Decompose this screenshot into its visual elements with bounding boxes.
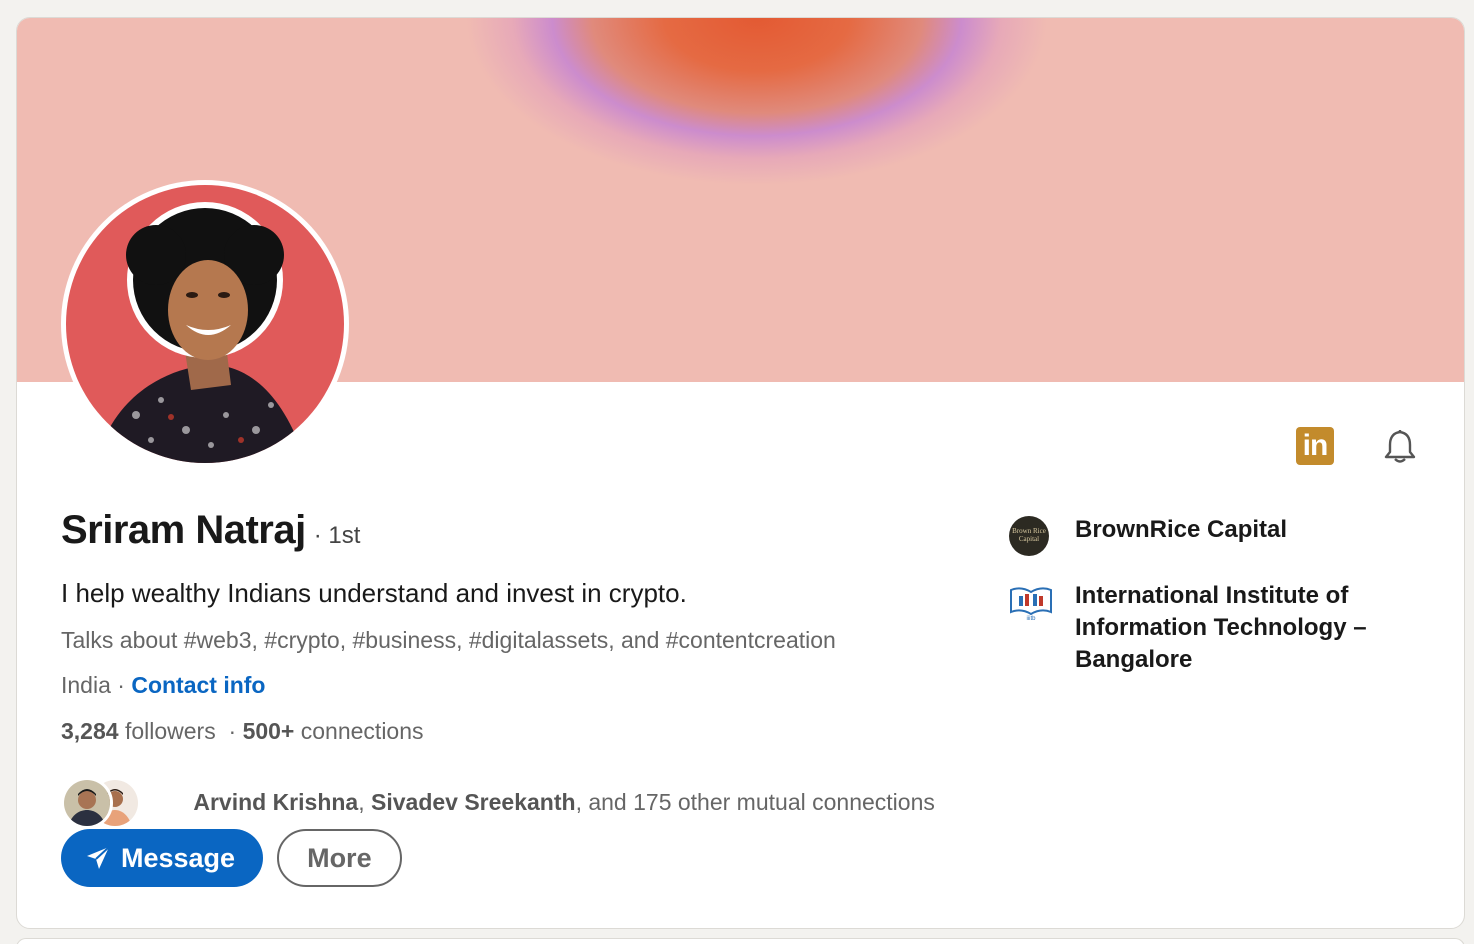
org-iiitb[interactable]: iiitb International Institute of Informa… [1009, 580, 1429, 676]
brownrice-logo-text: Brown Rice Capital [1012, 527, 1046, 543]
followers-count: 3,284 [61, 718, 119, 744]
brownrice-logo: Brown Rice Capital [1009, 516, 1049, 556]
profile-card: in Sriram Natraj · 1st I help wealthy In… [16, 17, 1465, 929]
action-buttons: Message More [61, 829, 402, 887]
svg-text:iiitb: iiitb [1026, 616, 1036, 622]
mutual-avatar-1 [61, 776, 113, 829]
stats-separator: · [215, 718, 243, 744]
name-row: Sriram Natraj · 1st [61, 508, 360, 553]
profile-name: Sriram Natraj [61, 508, 306, 552]
connections[interactable]: 500+ connections [243, 718, 424, 744]
mutual-name-1[interactable]: Arvind Krishna [193, 789, 358, 815]
connection-degree: · 1st [313, 522, 361, 549]
message-button-label: Message [121, 842, 236, 873]
org-name: International Institute of Information T… [1075, 582, 1367, 673]
connections-count: 500+ [242, 718, 295, 744]
mutual-name-2[interactable]: Sivadev Sreekanth [371, 789, 576, 815]
mutual-rest: , and 175 other mutual connections [575, 789, 935, 815]
message-button[interactable]: Message [61, 829, 264, 887]
top-icons: in [1296, 426, 1420, 466]
stats-row: 3,284 followers · 500+ connections [61, 718, 424, 745]
connections-label: connections [294, 718, 424, 744]
iiitb-logo: iiitb [1009, 582, 1052, 622]
profile-headline: I help wealthy Indians understand and in… [61, 578, 687, 608]
location-row: India · Contact info [61, 672, 265, 699]
more-button-label: More [307, 842, 372, 873]
org-brownrice[interactable]: Brown Rice Capital BrownRice Capital [1009, 514, 1429, 556]
talks-about: Talks about #web3, #crypto, #business, #… [61, 627, 836, 653]
mutual-avatars [61, 776, 141, 829]
contact-info-link[interactable]: Contact info [131, 672, 265, 698]
profile-avatar[interactable] [61, 180, 349, 468]
org-name: BrownRice Capital [1075, 516, 1288, 543]
bell-icon[interactable] [1380, 426, 1420, 466]
location-separator: · [110, 672, 132, 698]
profile-photo [66, 185, 344, 463]
followers[interactable]: 3,284 followers [61, 718, 216, 744]
followers-label: followers [118, 718, 216, 744]
send-icon [87, 846, 110, 869]
more-button[interactable]: More [277, 829, 402, 887]
org-list: Brown Rice Capital BrownRice Capital iii… [1009, 514, 1429, 700]
location: India [61, 672, 111, 698]
linkedin-icon[interactable]: in [1296, 427, 1334, 465]
mutual-sep: , [358, 789, 371, 815]
next-card-edge [16, 938, 1465, 944]
